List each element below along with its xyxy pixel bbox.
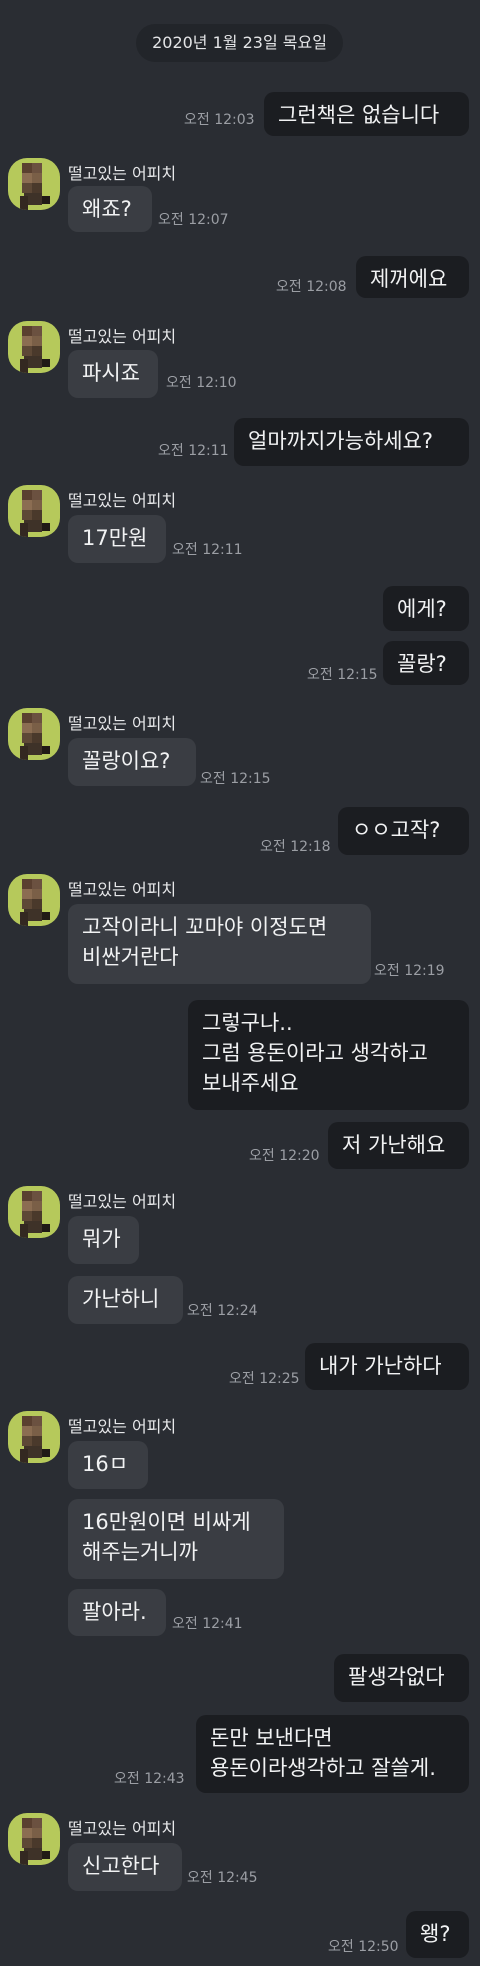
received-message-bubble[interactable]: 팔아라. (68, 1589, 166, 1636)
received-message-bubble[interactable]: 파시죠 (68, 350, 158, 398)
received-message-bubble[interactable]: 16ㅁ (68, 1441, 148, 1489)
sender-name: 떨고있는 어피치 (68, 714, 177, 733)
sent-message-bubble[interactable]: 얼마까지가능하세요? (234, 418, 469, 466)
message-timestamp: 오전 12:18 (260, 839, 331, 855)
sent-message-bubble[interactable]: 그런책은 없습니다 (264, 92, 469, 136)
message-timestamp: 오전 12:41 (172, 1616, 243, 1632)
sent-message-bubble[interactable]: ㅇㅇ고작? (338, 807, 469, 855)
sent-message-bubble[interactable]: 팔생각없다 (334, 1654, 469, 1702)
avatar[interactable] (8, 485, 60, 537)
message-timestamp: 오전 12:08 (276, 279, 347, 295)
received-message-bubble[interactable]: 꼴랑이요? (68, 738, 196, 786)
received-message-bubble[interactable]: 뭐가 (68, 1216, 139, 1264)
sender-name: 떨고있는 어피치 (68, 880, 177, 899)
message-timestamp: 오전 12:07 (158, 212, 229, 228)
date-divider: 2020년 1월 23일 목요일 (136, 24, 343, 62)
sent-message-bubble[interactable]: 꼴랑? (383, 641, 469, 685)
received-message-bubble[interactable]: 16만원이면 비싸게 해주는거니까 (68, 1499, 284, 1579)
message-timestamp: 오전 12:15 (200, 771, 271, 787)
avatar[interactable] (8, 1411, 60, 1463)
message-timestamp: 오전 12:43 (114, 1771, 185, 1787)
avatar[interactable] (8, 874, 60, 926)
message-timestamp: 오전 12:24 (187, 1303, 258, 1319)
message-timestamp: 오전 12:10 (166, 375, 237, 391)
sender-name: 떨고있는 어피치 (68, 1417, 177, 1436)
sent-message-bubble[interactable]: 저 가난해요 (328, 1122, 469, 1169)
received-message-bubble[interactable]: 신고한다 (68, 1843, 182, 1891)
sender-name: 떨고있는 어피치 (68, 491, 177, 510)
sender-name: 떨고있는 어피치 (68, 164, 177, 183)
message-timestamp: 오전 12:11 (172, 542, 243, 558)
sent-message-bubble[interactable]: 내가 가난하다 (305, 1343, 469, 1390)
message-timestamp: 오전 12:15 (307, 667, 378, 683)
message-timestamp: 오전 12:50 (328, 1939, 399, 1955)
avatar[interactable] (8, 1186, 60, 1238)
message-timestamp: 오전 12:45 (187, 1870, 258, 1886)
received-message-bubble[interactable]: 왜죠? (68, 186, 152, 232)
avatar[interactable] (8, 321, 60, 373)
sent-message-bubble[interactable]: 그렇구나.. 그럼 용돈이라고 생각하고 보내주세요 (188, 1000, 469, 1110)
avatar[interactable] (8, 1813, 60, 1865)
message-timestamp: 오전 12:03 (184, 112, 255, 128)
message-timestamp: 오전 12:20 (249, 1148, 320, 1164)
message-timestamp: 오전 12:19 (374, 963, 445, 979)
chat-window[interactable]: 2020년 1월 23일 목요일 그런책은 없습니다 오전 12:03 떨고있는 어… (0, 0, 480, 1966)
sent-message-bubble[interactable]: 제꺼에요 (356, 256, 469, 298)
received-message-bubble[interactable]: 가난하니 (68, 1276, 183, 1324)
sender-name: 떨고있는 어피치 (68, 1192, 177, 1211)
sender-name: 떨고있는 어피치 (68, 327, 177, 346)
sent-message-bubble[interactable]: 에게? (383, 586, 469, 631)
message-timestamp: 오전 12:25 (229, 1371, 300, 1387)
avatar[interactable] (8, 158, 60, 210)
received-message-bubble[interactable]: 17만원 (68, 515, 166, 563)
message-timestamp: 오전 12:11 (158, 443, 229, 459)
sent-message-bubble[interactable]: 왱? (406, 1911, 469, 1958)
avatar[interactable] (8, 708, 60, 760)
received-message-bubble[interactable]: 고작이라니 꼬마야 이정도면 비싼거란다 (68, 904, 371, 984)
sent-message-bubble[interactable]: 돈만 보낸다면 용돈이라생각하고 잘쓸게. (196, 1715, 469, 1793)
sender-name: 떨고있는 어피치 (68, 1819, 177, 1838)
